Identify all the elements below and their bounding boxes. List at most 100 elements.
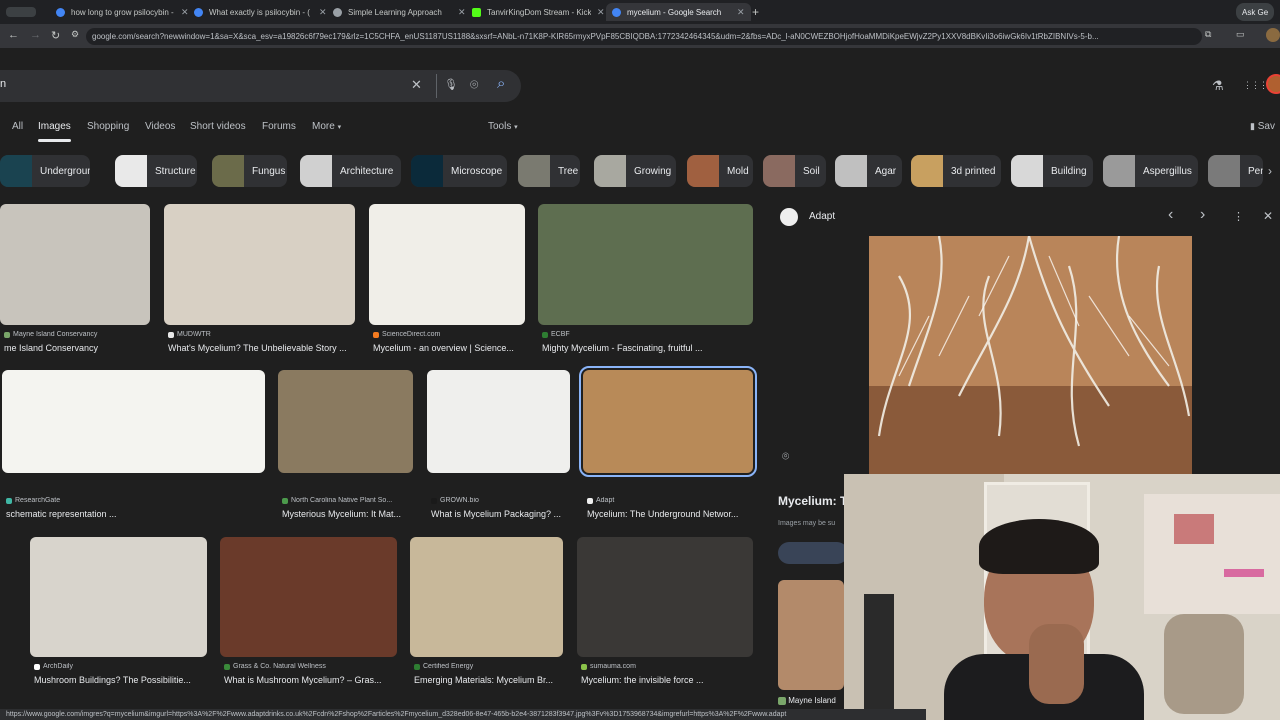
chips-scroll-right-icon[interactable]: ›: [1268, 164, 1272, 178]
chip-agar[interactable]: Agar: [835, 155, 902, 187]
panel-title[interactable]: Mycelium: T: [778, 494, 847, 508]
lens-search-icon[interactable]: ⌾: [782, 449, 789, 464]
tab-close-icon[interactable]: ✕: [319, 7, 327, 18]
chip-aspergillus[interactable]: Aspergillus: [1103, 155, 1198, 187]
source-name: ArchDaily: [43, 663, 73, 670]
tab-close-icon[interactable]: ✕: [597, 7, 605, 18]
tab-videos[interactable]: Videos: [145, 121, 175, 132]
tab-more[interactable]: More ▾: [312, 121, 341, 132]
chip-structure[interactable]: Structure: [115, 155, 197, 187]
result-thumbnail[interactable]: [427, 370, 570, 473]
result-thumbnail[interactable]: [30, 537, 207, 657]
mic-icon[interactable]: 🎙: [444, 78, 458, 91]
result-title[interactable]: Mighty Mycelium - Fascinating, fruitful …: [542, 343, 753, 353]
tab-images[interactable]: Images: [38, 121, 71, 132]
related-image-thumbnail[interactable]: [778, 580, 844, 690]
address-bar[interactable]: google.com/search?newwindow=1&sa=X&sca_e…: [86, 28, 1202, 45]
new-tab-button[interactable]: +: [752, 3, 759, 21]
tab-group-indicator[interactable]: [6, 3, 42, 21]
source-name: GROWN.bio: [440, 497, 479, 504]
search-box[interactable]: n ✕ 🎙 ⌾ ⌕: [0, 70, 521, 102]
labs-icon[interactable]: ⚗: [1212, 78, 1224, 94]
result-thumbnail[interactable]: [278, 370, 413, 473]
result-title[interactable]: What is Mycelium Packaging? ...: [431, 509, 570, 519]
result-thumbnail[interactable]: [410, 537, 563, 657]
reload-icon[interactable]: ↻: [51, 29, 60, 42]
result-title[interactable]: What's Mycelium? The Unbelievable Story …: [168, 343, 355, 353]
saved-label: Sav: [1257, 121, 1275, 132]
tab-all[interactable]: All: [12, 121, 23, 132]
result-title[interactable]: What is Mushroom Mycelium? – Gras...: [224, 675, 397, 685]
browser-tab[interactable]: TanvirKingDom Stream - Kick ✕: [472, 3, 605, 21]
result-thumbnail[interactable]: [0, 204, 150, 325]
chip-pen[interactable]: Pen: [1208, 155, 1263, 187]
ask-gemini-button[interactable]: Ask Ge: [1236, 3, 1275, 21]
result-thumbnail[interactable]: [579, 366, 757, 477]
side-panel-icon[interactable]: ▭: [1236, 29, 1245, 40]
tab-title: Simple Learning Approach: [348, 7, 442, 17]
chevron-down-icon: ▾: [514, 124, 518, 131]
close-panel-icon[interactable]: ✕: [1263, 209, 1273, 223]
apps-icon[interactable]: ⋮⋮⋮: [1243, 80, 1268, 91]
tab-close-icon[interactable]: ✕: [458, 7, 466, 18]
profile-avatar[interactable]: [1266, 28, 1280, 42]
source-name: ScienceDirect.com: [382, 331, 441, 338]
more-options-icon[interactable]: ⋮: [1233, 210, 1244, 223]
browser-tab[interactable]: Simple Learning Approach ✕: [333, 3, 466, 21]
chip-architecture[interactable]: Architecture: [300, 155, 401, 187]
result-title[interactable]: Mycelium - an overview | Science...: [373, 343, 525, 353]
tab-shopping[interactable]: Shopping: [87, 121, 129, 132]
site-info-icon[interactable]: ⚙: [71, 29, 79, 40]
result-thumbnail[interactable]: [164, 204, 355, 325]
chip-microscope[interactable]: Microscope: [411, 155, 507, 187]
webcam-overlay: [844, 474, 1280, 720]
chip-soil[interactable]: Soil: [763, 155, 826, 187]
chip-3d-printed[interactable]: 3d printed: [911, 155, 1001, 187]
back-icon[interactable]: ←: [8, 29, 19, 41]
account-avatar[interactable]: [1266, 74, 1280, 94]
result-thumbnail[interactable]: [538, 204, 753, 325]
url-text: google.com/search?newwindow=1&sa=X&sca_e…: [92, 32, 1099, 41]
tab-forums[interactable]: Forums: [262, 121, 296, 132]
more-label: More: [312, 121, 335, 132]
visit-button[interactable]: [778, 542, 848, 564]
chip-thumbnail: [594, 155, 626, 187]
chip-mold[interactable]: Mold: [687, 155, 753, 187]
search-input[interactable]: n: [0, 78, 6, 90]
result-thumbnail[interactable]: [577, 537, 753, 657]
tools-button[interactable]: Tools ▾: [488, 121, 518, 132]
tab-close-icon[interactable]: ✕: [737, 7, 745, 18]
result-title[interactable]: Mycelium: The Underground Networ...: [587, 509, 753, 519]
chip-fungus[interactable]: Fungus: [212, 155, 287, 187]
previous-image-icon[interactable]: ‹: [1168, 206, 1173, 224]
chip-building[interactable]: Building: [1011, 155, 1093, 187]
result-thumbnail[interactable]: [2, 370, 265, 473]
chip-label: Microscope: [451, 165, 503, 177]
result-title[interactable]: Mysterious Mycelium: It Mat...: [282, 509, 413, 519]
result-title[interactable]: Mushroom Buildings? The Possibilitie...: [34, 675, 207, 685]
tab-close-icon[interactable]: ✕: [181, 7, 189, 18]
browser-tab-active[interactable]: mycelium - Google Search ✕: [606, 3, 751, 21]
extensions-icon[interactable]: ⧉: [1205, 29, 1211, 40]
forward-icon[interactable]: →: [30, 29, 41, 41]
result-title[interactable]: me Island Conservancy: [4, 343, 150, 353]
next-image-icon[interactable]: ›: [1200, 206, 1205, 224]
preview-image[interactable]: [869, 236, 1192, 474]
result-title[interactable]: schematic representation ...: [6, 509, 265, 519]
result-thumbnail[interactable]: [220, 537, 397, 657]
tab-short-videos[interactable]: Short videos: [190, 121, 246, 132]
chip-growing[interactable]: Growing: [594, 155, 676, 187]
chip-underground[interactable]: Underground: [0, 155, 90, 187]
browser-tab[interactable]: how long to grow psilocybin - ✕: [56, 3, 189, 21]
clear-icon[interactable]: ✕: [411, 77, 422, 93]
saved-button[interactable]: ▮ Sav: [1250, 121, 1275, 132]
result-title[interactable]: Mycelium: the invisible force ...: [581, 675, 753, 685]
search-icon[interactable]: ⌕: [497, 75, 505, 92]
result-title[interactable]: Emerging Materials: Mycelium Br...: [414, 675, 563, 685]
browser-tab[interactable]: What exactly is psilocybin - ( ✕: [194, 3, 327, 21]
panel-source-name[interactable]: Adapt: [809, 211, 835, 222]
lens-icon[interactable]: ⌾: [470, 76, 478, 93]
chip-label: Tree: [558, 165, 579, 177]
result-thumbnail[interactable]: [369, 204, 525, 325]
chip-tree[interactable]: Tree: [518, 155, 580, 187]
